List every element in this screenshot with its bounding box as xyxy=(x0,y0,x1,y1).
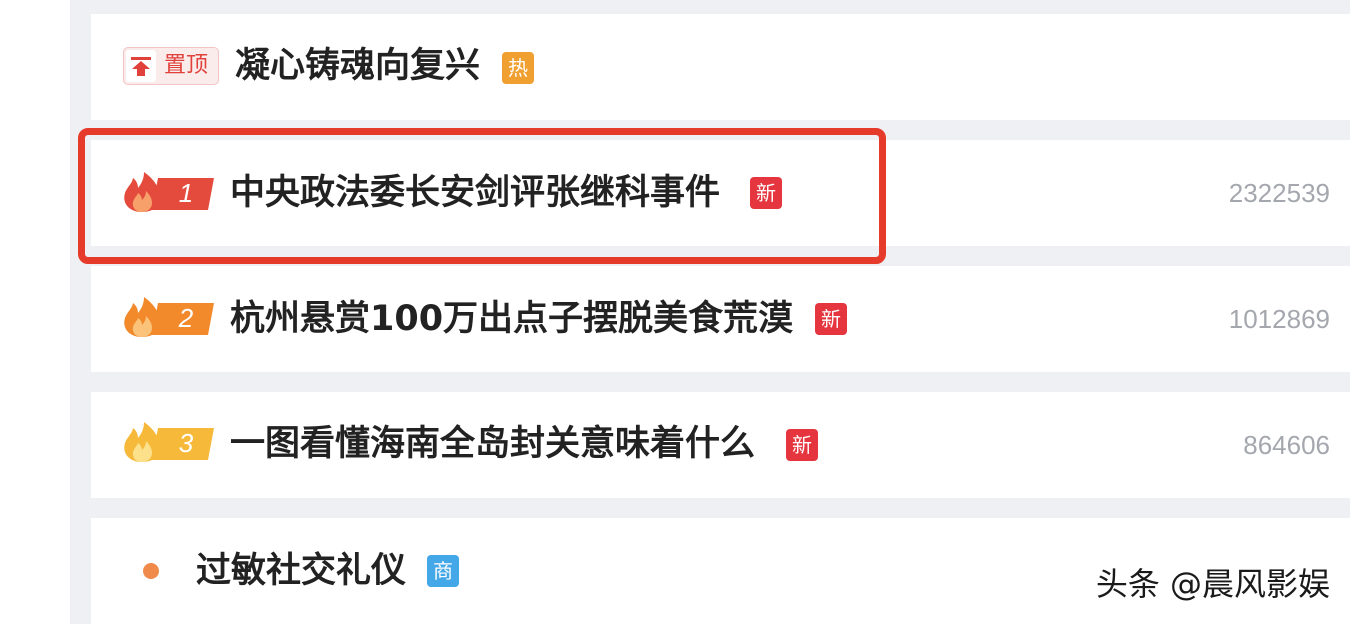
pinned-title[interactable]: 凝心铸魂向复兴 xyxy=(235,49,480,84)
business-tag: 商 xyxy=(427,555,459,587)
pinned-badge: 置顶 xyxy=(123,47,219,85)
left-panel xyxy=(0,0,70,624)
heat-count: 864606 xyxy=(1243,430,1330,460)
bullet-dot xyxy=(143,563,159,579)
rank-badge-3: 3 xyxy=(122,422,214,466)
item-title[interactable]: 杭州悬赏100万出点子摆脱美食荒漠 xyxy=(230,302,793,337)
hot-tag: 热 xyxy=(502,52,534,84)
item-title[interactable]: 一图看懂海南全岛封关意味着什么 xyxy=(230,427,755,462)
ad-title[interactable]: 过敏社交礼仪 xyxy=(196,554,406,589)
pinned-badge-label: 置顶 xyxy=(164,53,209,78)
rank-badge-2: 2 xyxy=(122,297,214,341)
heat-count: 2322539 xyxy=(1228,178,1330,208)
heat-count: 1012869 xyxy=(1228,304,1330,334)
rank-number: 3 xyxy=(178,428,194,458)
highlight-box xyxy=(78,128,886,264)
rank-number: 2 xyxy=(178,303,194,333)
new-tag: 新 xyxy=(786,429,818,461)
new-tag: 新 xyxy=(815,303,847,335)
watermark: 头条 @晨风影娱 xyxy=(1095,565,1330,603)
pin-top-icon xyxy=(126,50,156,82)
